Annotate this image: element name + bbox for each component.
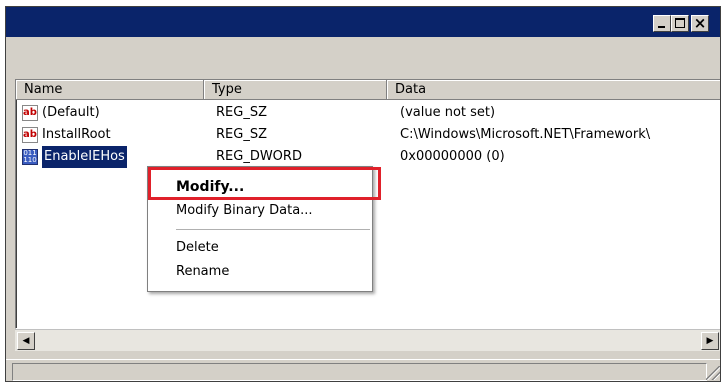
status-bar <box>6 359 720 381</box>
minimize-button[interactable] <box>653 15 671 32</box>
horizontal-scrollbar[interactable]: ◀ ▶ <box>15 329 720 351</box>
value-name: EnableIEHos <box>42 146 127 168</box>
value-name: InstallRoot <box>42 127 111 142</box>
scroll-left-button[interactable]: ◀ <box>17 332 35 350</box>
minimize-icon <box>658 26 665 28</box>
column-header-name[interactable]: Name <box>16 80 204 100</box>
value-data: C:\Windows\Microsoft.NET\Framework\ <box>400 127 651 142</box>
menu-item-delete[interactable]: Delete <box>148 236 372 260</box>
scroll-right-icon: ▶ <box>706 336 714 346</box>
binary-value-icon: 011 110 <box>22 149 38 165</box>
value-data: 0x00000000 (0) <box>400 149 505 164</box>
list-item[interactable]: ab (Default) REG_SZ (value not set) <box>16 102 720 124</box>
scroll-left-icon: ◀ <box>22 336 30 346</box>
scroll-right-button[interactable]: ▶ <box>701 332 719 350</box>
menu-item-rename[interactable]: Rename <box>148 260 372 284</box>
string-value-icon: ab <box>22 127 38 143</box>
close-button[interactable]: × <box>691 14 709 32</box>
resize-grip-icon[interactable] <box>706 366 720 380</box>
string-value-icon: ab <box>22 105 38 121</box>
value-type: REG_DWORD <box>216 149 302 164</box>
value-name: (Default) <box>42 105 100 120</box>
list-header: Name Type Data <box>16 80 720 100</box>
column-header-type[interactable]: Type <box>204 80 387 100</box>
menu-item-modify-binary-data[interactable]: Modify Binary Data... <box>148 199 372 223</box>
maximize-icon <box>675 18 685 28</box>
list-item[interactable]: ab InstallRoot REG_SZ C:\Windows\Microso… <box>16 124 720 146</box>
value-type: REG_SZ <box>216 105 267 120</box>
close-icon: × <box>693 14 707 32</box>
value-data: (value not set) <box>400 105 496 120</box>
maximize-button[interactable] <box>671 15 689 32</box>
column-header-data[interactable]: Data <box>387 80 720 100</box>
title-bar[interactable]: × <box>6 7 720 37</box>
value-type: REG_SZ <box>216 127 267 142</box>
list-item-selected[interactable]: 011 110 EnableIEHos REG_DWORD 0x00000000… <box>16 146 720 168</box>
highlight-box <box>148 167 381 200</box>
menu-separator <box>176 229 370 230</box>
status-text <box>12 363 707 381</box>
